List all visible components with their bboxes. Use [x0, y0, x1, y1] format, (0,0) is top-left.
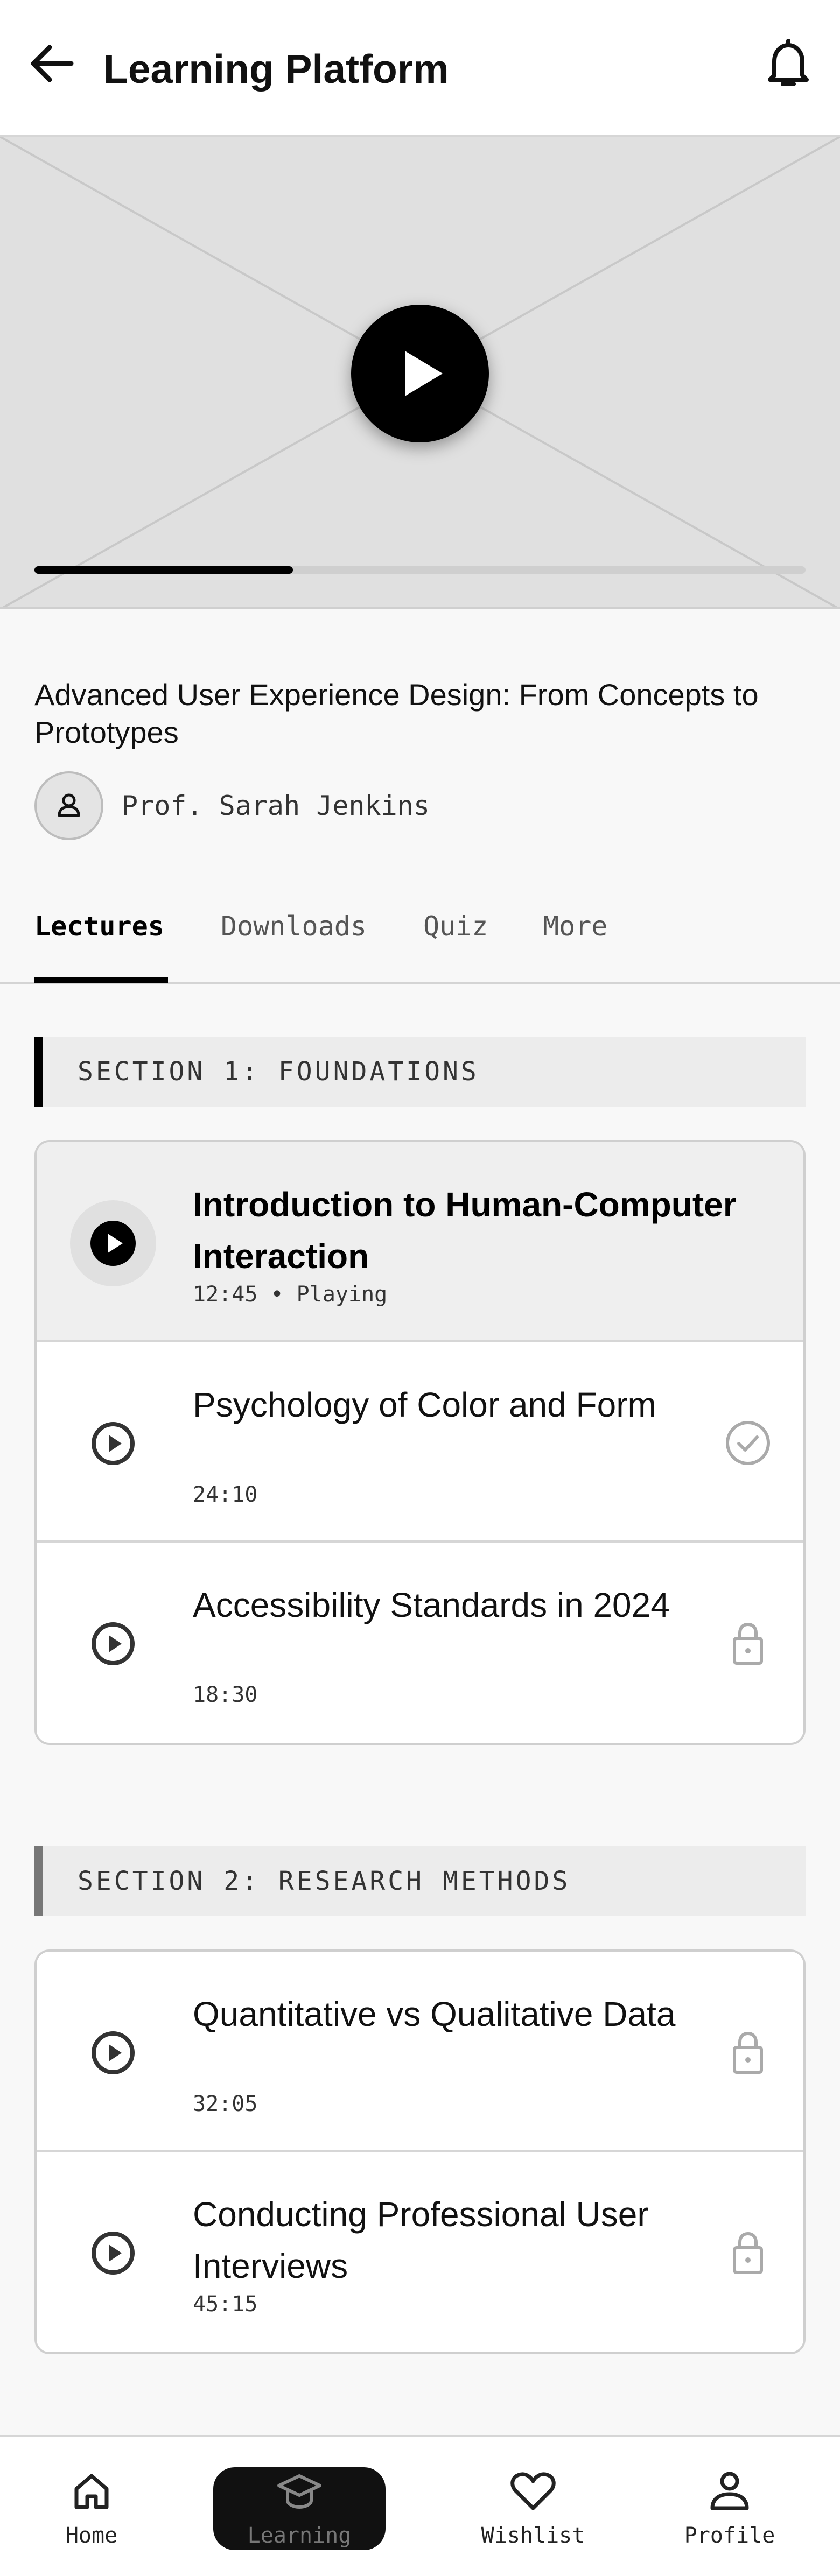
nav-home[interactable]: Home: [48, 2437, 135, 2576]
nav-label: Profile: [684, 2523, 775, 2548]
nav-label: Home: [65, 2523, 118, 2548]
bell-icon[interactable]: [765, 38, 812, 89]
play-circle-filled-icon: [70, 1200, 156, 1286]
arrow-left-icon[interactable]: [28, 42, 75, 85]
user-icon: [58, 793, 80, 817]
lecture-meta: 12:45 • Playing: [193, 1282, 388, 1307]
lecture-item-accessibility[interactable]: Accessibility Standards in 2024 18:30: [37, 1543, 803, 1743]
lecture-item-user-interviews[interactable]: Conducting Professional User Interviews …: [37, 2152, 803, 2352]
lecture-title: Quantitative vs Qualitative Data: [193, 1995, 676, 2033]
video-progress-fill: [34, 566, 293, 574]
page-title: Learning Platform: [103, 46, 449, 92]
lock-icon: [733, 1622, 763, 1665]
lecture-list: Quantitative vs Qualitative Data 32:05 C…: [34, 1949, 806, 2354]
lock-icon: [733, 2232, 763, 2274]
play-circle-icon: [92, 2232, 135, 2275]
play-icon: [405, 351, 443, 396]
lecture-item-quant-qual[interactable]: Quantitative vs Qualitative Data 32:05: [37, 1952, 803, 2152]
app-header: Learning Platform: [0, 0, 840, 137]
video-progress-bar[interactable]: [34, 566, 806, 574]
lecture-meta: 24:10: [193, 1482, 258, 1507]
instructor[interactable]: Prof. Sarah Jenkins: [34, 771, 430, 841]
nav-learning[interactable]: Learning: [213, 2437, 386, 2576]
play-button[interactable]: [351, 305, 489, 442]
instructor-name: Prof. Sarah Jenkins: [122, 790, 430, 821]
lecture-list: Introduction to Human-Computer Interacti…: [34, 1140, 806, 1745]
nav-wishlist[interactable]: Wishlist: [474, 2437, 592, 2576]
play-circle-icon: [92, 1622, 135, 1665]
play-circle-icon: [92, 2031, 135, 2074]
play-circle-icon: [92, 1422, 135, 1465]
graduation-cap-icon: [277, 2474, 321, 2509]
check-circle-icon: [726, 1421, 770, 1465]
profile-icon: [710, 2472, 749, 2510]
active-tab-indicator: [34, 977, 168, 983]
video-player[interactable]: [0, 137, 840, 609]
lecture-item-intro-hci[interactable]: Introduction to Human-Computer Interacti…: [37, 1142, 803, 1342]
tab-bar: Lectures Downloads Quiz More: [0, 883, 840, 984]
bottom-nav: Home Learning Wishlist Profile: [0, 2435, 840, 2576]
lecture-item-color-form[interactable]: Psychology of Color and Form 24:10: [37, 1342, 803, 1543]
tab-more[interactable]: More: [543, 911, 607, 942]
section-accent-bar: [34, 1037, 43, 1107]
tab-quiz[interactable]: Quiz: [423, 911, 488, 942]
lecture-meta: 32:05: [193, 2092, 258, 2116]
nav-label: Wishlist: [481, 2523, 585, 2548]
nav-label: Learning: [247, 2523, 352, 2548]
lock-icon: [733, 2031, 763, 2074]
tab-downloads[interactable]: Downloads: [221, 911, 367, 942]
section-header: SECTION 2: RESEARCH METHODS: [34, 1846, 806, 1916]
section-header: SECTION 1: FOUNDATIONS: [34, 1037, 806, 1107]
nav-profile[interactable]: Profile: [673, 2437, 786, 2576]
lecture-meta: 18:30: [193, 1683, 258, 1707]
lecture-title: Conducting Professional User Interviews: [193, 2195, 649, 2285]
lecture-title: Introduction to Human-Computer Interacti…: [193, 1185, 737, 1276]
lecture-meta: 45:15: [193, 2292, 258, 2317]
lecture-title: Accessibility Standards in 2024: [193, 1586, 670, 1624]
home-icon: [74, 2474, 109, 2509]
heart-icon: [510, 2472, 556, 2510]
tab-lectures[interactable]: Lectures: [34, 911, 164, 942]
section-title: SECTION 2: RESEARCH METHODS: [78, 1866, 571, 1896]
lecture-title: Psychology of Color and Form: [193, 1385, 656, 1424]
course-title: Advanced User Experience Design: From Co…: [34, 678, 759, 749]
section-accent-bar: [34, 1846, 43, 1916]
section-title: SECTION 1: FOUNDATIONS: [78, 1057, 479, 1087]
avatar: [34, 771, 103, 840]
